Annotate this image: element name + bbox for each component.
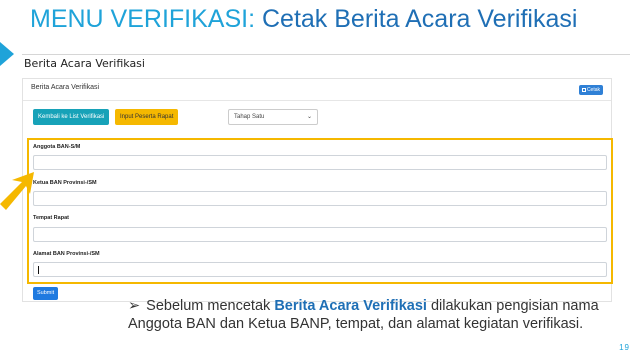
note-highlight: Berita Acara Verifikasi bbox=[274, 298, 427, 314]
tahap-select[interactable]: Tahap Satu ⌄ bbox=[228, 109, 318, 125]
print-button-label: Cetak bbox=[586, 87, 600, 93]
page-heading: Berita Acara Verifikasi bbox=[24, 57, 145, 70]
alamat-input[interactable] bbox=[33, 262, 607, 277]
card-header: Berita Acara Verifikasi Cetak bbox=[23, 79, 611, 101]
field-label-alamat: Alamat BAN Provinsi-/SM bbox=[33, 251, 100, 257]
submit-button[interactable]: Submit bbox=[33, 287, 59, 300]
page-number: 19 bbox=[619, 343, 630, 352]
text-caret bbox=[38, 266, 39, 274]
slide-title: MENU VERIFIKASI: Cetak Berita Acara Veri… bbox=[30, 4, 577, 34]
slide-title-main: Cetak Berita Acara Verifikasi bbox=[261, 5, 578, 33]
instruction-note: ➢ Sebelum mencetak Berita Acara Verifikas… bbox=[128, 297, 613, 333]
print-button[interactable]: Cetak bbox=[578, 85, 603, 95]
note-text-start: Sebelum mencetak bbox=[146, 298, 275, 314]
field-label-anggota: Anggota BAN-S/M bbox=[33, 144, 81, 150]
card-title: Berita Acara Verifikasi bbox=[31, 84, 100, 91]
printer-icon bbox=[581, 87, 586, 92]
decorative-triangle bbox=[0, 42, 14, 66]
anggota-input[interactable] bbox=[33, 155, 607, 170]
field-label-tempat: Tempat Rapat bbox=[33, 215, 69, 221]
bullet-arrow-icon: ➢ bbox=[128, 298, 141, 314]
screenshot-divider bbox=[22, 54, 630, 55]
pointer-arrow-icon bbox=[0, 172, 34, 210]
back-to-list-button[interactable]: Kembali ke List Verifikasi bbox=[33, 109, 110, 125]
input-participants-button[interactable]: Input Peserta Rapat bbox=[115, 109, 179, 125]
slide-title-prefix: MENU VERIFIKASI: bbox=[30, 5, 262, 33]
ketua-input[interactable] bbox=[33, 191, 607, 206]
chevron-down-icon: ⌄ bbox=[306, 114, 312, 120]
tempat-input[interactable] bbox=[33, 227, 607, 242]
tahap-select-value: Tahap Satu bbox=[234, 114, 265, 120]
